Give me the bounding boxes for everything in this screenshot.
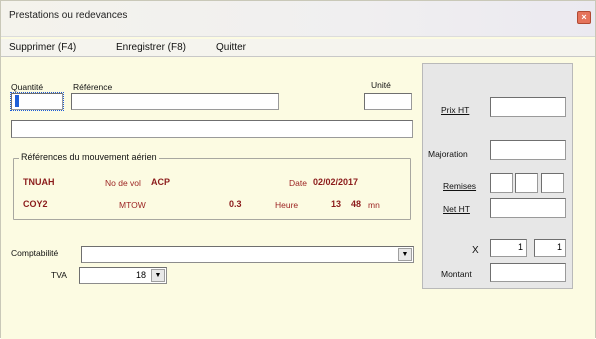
menu-bar: Supprimer (F4) Enregistrer (F8) Quitter bbox=[1, 39, 595, 57]
unite-input[interactable] bbox=[364, 93, 412, 110]
multiplier-label: X bbox=[472, 245, 479, 256]
majoration-input[interactable] bbox=[490, 140, 566, 160]
menu-enregistrer[interactable]: Enregistrer (F8) bbox=[116, 42, 186, 53]
description-input[interactable] bbox=[11, 120, 413, 138]
mtow-label: MTOW bbox=[119, 200, 146, 210]
heure-label: Heure bbox=[275, 200, 299, 210]
quantite-label: Quantité bbox=[11, 82, 44, 92]
heure-hours: 13 bbox=[331, 199, 342, 209]
tva-select[interactable]: 18 ▼ bbox=[79, 267, 167, 284]
remises-label: Remises bbox=[443, 181, 477, 191]
close-icon[interactable]: × bbox=[577, 11, 591, 24]
quantite-input[interactable] bbox=[10, 92, 64, 111]
no-vol-value: ACP bbox=[151, 177, 171, 187]
app-window: Prestations ou redevances × Supprimer (F… bbox=[0, 0, 596, 339]
prix-ht-label: Prix HT bbox=[441, 105, 470, 115]
multiplier-2-input[interactable]: 1 bbox=[534, 239, 566, 257]
heure-unit: mn bbox=[368, 200, 380, 210]
reference-label: Référence bbox=[73, 82, 113, 92]
remise-1-input[interactable] bbox=[490, 173, 513, 193]
heure-minutes: 48 bbox=[351, 199, 362, 209]
remise-3-input[interactable] bbox=[541, 173, 564, 193]
aircraft-type-value: COY2 bbox=[23, 199, 48, 209]
mouvement-group bbox=[13, 158, 411, 220]
date-value: 02/02/2017 bbox=[313, 177, 359, 187]
title-bar: Prestations ou redevances × bbox=[1, 1, 595, 37]
tva-label: TVA bbox=[51, 270, 67, 280]
montant-label: Montant bbox=[441, 269, 472, 279]
multiplier-1-input[interactable]: 1 bbox=[490, 239, 527, 257]
comptabilite-label: Comptabilité bbox=[11, 248, 59, 258]
mtow-value: 0.3 bbox=[229, 199, 242, 209]
montant-input[interactable] bbox=[490, 263, 566, 282]
reference-input[interactable] bbox=[71, 93, 279, 110]
mouvement-group-title: Références du mouvement aérien bbox=[19, 152, 159, 162]
chevron-down-icon[interactable]: ▼ bbox=[151, 269, 165, 282]
menu-quitter[interactable]: Quitter bbox=[216, 42, 246, 53]
remise-2-input[interactable] bbox=[515, 173, 538, 193]
comptabilite-select[interactable]: ▼ bbox=[81, 246, 414, 263]
net-ht-label: Net HT bbox=[443, 204, 470, 214]
date-label: Date bbox=[289, 178, 307, 188]
no-vol-label: No de vol bbox=[105, 178, 141, 188]
text-cursor bbox=[15, 95, 19, 107]
net-ht-input[interactable] bbox=[490, 198, 566, 218]
prix-ht-input[interactable] bbox=[490, 97, 566, 117]
registration-value: TNUAH bbox=[23, 177, 55, 187]
unite-label: Unité bbox=[371, 80, 391, 90]
menu-supprimer[interactable]: Supprimer (F4) bbox=[9, 42, 76, 53]
chevron-down-icon[interactable]: ▼ bbox=[398, 248, 412, 261]
window-title: Prestations ou redevances bbox=[9, 10, 128, 21]
majoration-label: Majoration bbox=[428, 149, 468, 159]
